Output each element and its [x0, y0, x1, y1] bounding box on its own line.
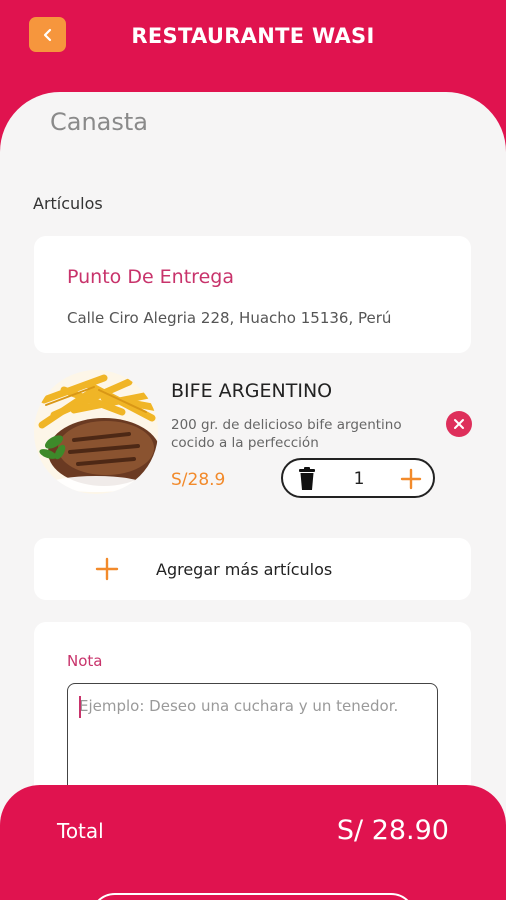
plus-icon[interactable]: [398, 466, 424, 492]
remove-item-button[interactable]: [446, 411, 472, 437]
item-image: [34, 370, 158, 494]
delivery-address: Calle Ciro Alegria 228, Huacho 15136, Pe…: [67, 309, 392, 327]
quantity-stepper[interactable]: 1: [281, 458, 435, 498]
item-price: S/28.9: [171, 470, 226, 490]
note-label: Nota: [67, 652, 103, 670]
close-icon: [454, 419, 464, 429]
total-value: S/ 28.90: [336, 815, 449, 846]
checkout-footer: Total S/ 28.90: [0, 785, 506, 900]
page-title: Canasta: [50, 108, 149, 136]
item-name: BIFE ARGENTINO: [171, 380, 333, 402]
steak-with-fries-image: [34, 370, 158, 494]
total-label: Total: [57, 819, 104, 843]
text-caret: [79, 696, 81, 718]
section-label: Artículos: [33, 194, 103, 213]
checkout-button[interactable]: [90, 893, 416, 900]
add-more-label: Agregar más artículos: [156, 560, 333, 579]
trash-icon[interactable]: [297, 467, 317, 491]
item-description: 200 gr. de delicioso bife argentino coci…: [171, 417, 402, 451]
delivery-title: Punto De Entrega: [67, 266, 234, 288]
app-title: RESTAURANTE WASI: [131, 24, 375, 48]
quantity-value: 1: [353, 469, 365, 489]
add-more-items-button[interactable]: Agregar más artículos: [34, 538, 471, 600]
plus-icon: [95, 557, 119, 581]
delivery-card[interactable]: Punto De Entrega Calle Ciro Alegria 228,…: [34, 236, 471, 353]
